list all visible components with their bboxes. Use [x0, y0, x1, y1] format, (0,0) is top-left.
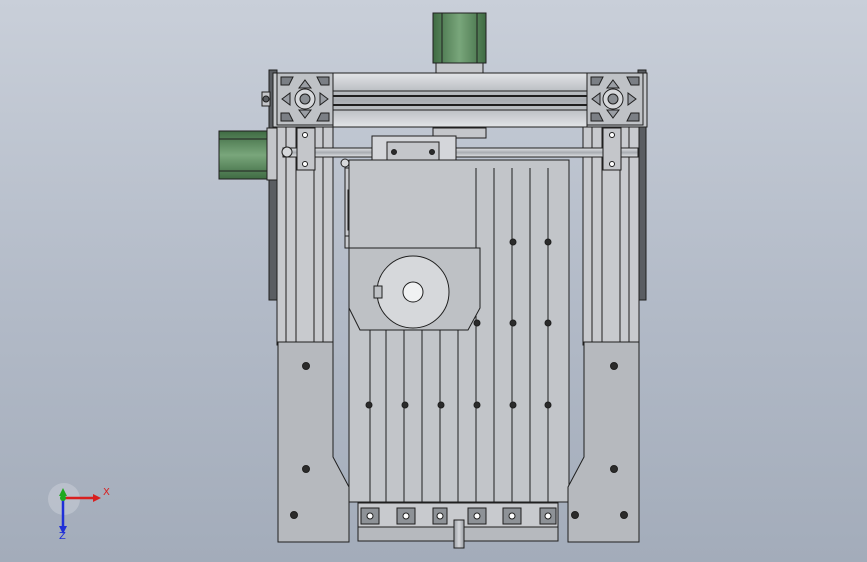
triad-z-label: Z	[59, 531, 66, 542]
top-stepper-motor	[432, 12, 487, 74]
triad-x-arrow	[93, 494, 101, 502]
right-profile-end-cap	[586, 72, 644, 126]
bottom-shaft-end	[453, 519, 465, 549]
right-base-plate	[567, 341, 640, 543]
left-profile-end-cap	[276, 72, 334, 126]
orientation-triad[interactable]	[48, 483, 101, 534]
left-stepper-motor	[218, 91, 278, 181]
cnc-assembly-drawing	[48, 12, 648, 549]
triad-x-label: X	[103, 487, 110, 498]
cad-viewport[interactable]: X Z	[0, 0, 867, 562]
slotted-worktable	[348, 159, 570, 503]
left-base-plate	[277, 341, 350, 543]
spindle-housing	[348, 247, 481, 331]
